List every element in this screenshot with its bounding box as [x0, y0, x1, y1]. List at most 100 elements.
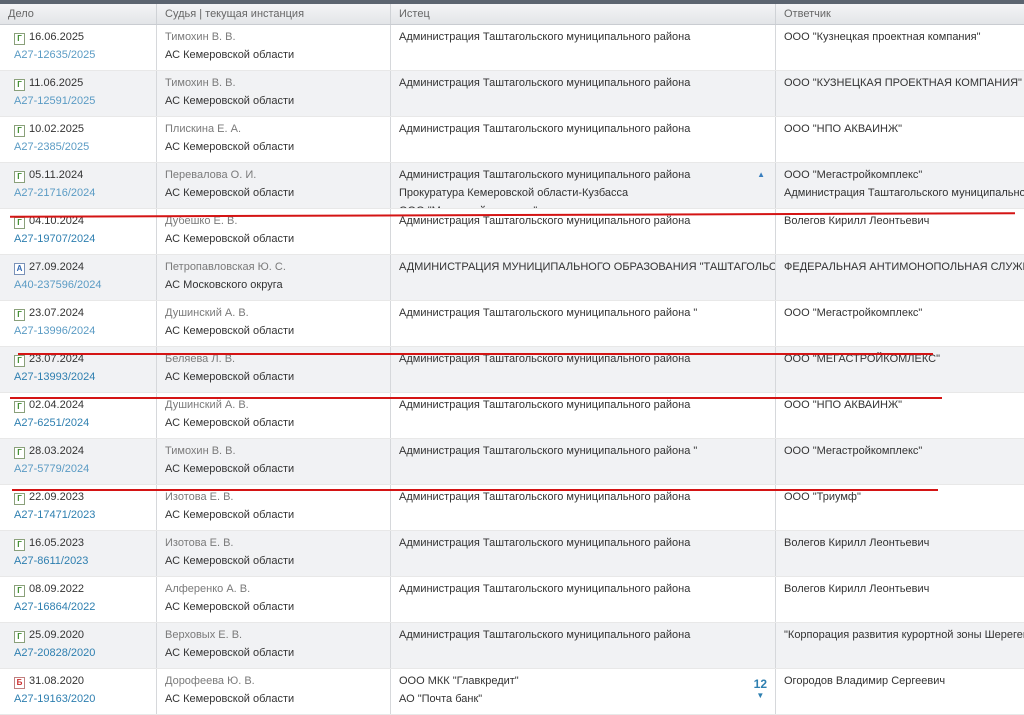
- case-number-link[interactable]: А27-16864/2022: [14, 601, 95, 613]
- table-row[interactable]: Г 02.04.2024 А27-6251/2024 Душинский А. В. А…: [0, 393, 1024, 439]
- plaintiff-name: Администрация Таштагольского муниципальн…: [399, 31, 691, 43]
- defendant-name: ФЕДЕРАЛЬНАЯ АНТИМОНОПОЛЬНАЯ СЛУЖБА: [784, 261, 1024, 273]
- table-row[interactable]: Г 22.09.2023 А27-17471/2023 Изотова Е. В. АС…: [0, 485, 1024, 531]
- defendant-cell: Волегов Кирилл Леонтьевич: [776, 209, 1024, 254]
- judge-name: Петропавловская Ю. С.: [165, 261, 286, 273]
- plaintiff-name: Администрация Таштагольского муниципальн…: [399, 169, 691, 181]
- header-judge[interactable]: Судья | текущая инстанция: [157, 4, 391, 24]
- judge-cell: Перевалова О. И. АС Кемеровской области: [157, 163, 391, 208]
- case-number-link[interactable]: А27-6251/2024: [14, 417, 89, 429]
- case-number-link[interactable]: А27-19707/2024: [14, 233, 95, 245]
- case-date: 27.09.2024: [29, 261, 85, 273]
- table-row[interactable]: Г 16.05.2023 А27-8611/2023 Изотова Е. В. АС …: [0, 531, 1024, 577]
- document-type-icon: Г: [14, 539, 25, 551]
- case-cell: Б 31.08.2020 А27-19163/2020: [0, 669, 157, 714]
- table-row[interactable]: Б 31.08.2020 А27-19163/2020 Дорофеева Ю. В.…: [0, 669, 1024, 715]
- judge-cell: Тимохин В. В. АС Кемеровской области: [157, 71, 391, 116]
- defendant-name: ООО "Мегастройкомплекс": [784, 169, 923, 181]
- case-cell: Г 11.06.2025 А27-12591/2025: [0, 71, 157, 116]
- case-number-link[interactable]: А27-2385/2025: [14, 141, 89, 153]
- plaintiff-cell: Администрация Таштагольского муниципальн…: [391, 531, 776, 576]
- defendant-cell: Волегов Кирилл Леонтьевич: [776, 531, 1024, 576]
- court-name: АС Кемеровской области: [165, 141, 295, 153]
- case-cell: Г 28.03.2024 А27-5779/2024: [0, 439, 157, 484]
- chevron-down-icon[interactable]: ▼: [754, 690, 767, 701]
- defendant-cell: ООО "Мегастройкомплекс": [776, 301, 1024, 346]
- table-row[interactable]: Г 10.02.2025 А27-2385/2025 Плискина Е. А. АС…: [0, 117, 1024, 163]
- plaintiff-name: Администрация Таштагольского муниципальн…: [399, 399, 691, 411]
- table-row[interactable]: Г 23.07.2024 А27-13996/2024 Душинский А. В.…: [0, 301, 1024, 347]
- plaintiff-name: Администрация Таштагольского муниципальн…: [399, 215, 691, 227]
- defendant-cell: ООО "Мегастройкомплекс" Администрация Таш…: [776, 163, 1024, 208]
- table-row[interactable]: Г 25.09.2020 А27-20828/2020 Верховых Е. В. А…: [0, 623, 1024, 669]
- plaintiff-name: АО "Почта банк": [399, 693, 483, 705]
- case-number-link[interactable]: А27-12635/2025: [14, 49, 95, 61]
- plaintiff-cell: Администрация Таштагольского муниципальн…: [391, 301, 776, 346]
- table-row[interactable]: А 27.09.2024 А40-237596/2024 Петропавловска…: [0, 255, 1024, 301]
- judge-cell: Верховых Е. В. АС Кемеровской области: [157, 623, 391, 668]
- case-number-link[interactable]: А27-8611/2023: [14, 555, 88, 567]
- plaintiff-name: ООО "Мегастройкомплекс": [399, 205, 775, 208]
- table-row[interactable]: Г 16.06.2025 А27-12635/2025 Тимохин В. В. АС…: [0, 25, 1024, 71]
- table-row[interactable]: Г 28.03.2024 А27-5779/2024 Тимохин В. В. АС …: [0, 439, 1024, 485]
- case-number-link[interactable]: А27-13993/2024: [14, 371, 95, 383]
- header-case[interactable]: Дело: [0, 4, 157, 24]
- case-number-link[interactable]: А27-21716/2024: [14, 187, 95, 199]
- case-number-link[interactable]: А27-19163/2020: [14, 693, 95, 705]
- defendant-cell: ООО "НПО АКВАИНЖ": [776, 117, 1024, 162]
- case-date: 22.09.2023: [29, 491, 85, 503]
- case-cell: Г 16.06.2025 А27-12635/2025: [0, 25, 157, 70]
- plaintiff-cell: Администрация Таштагольского муниципальн…: [391, 439, 776, 484]
- court-name: АС Кемеровской области: [165, 233, 295, 245]
- plaintiff-cell: Администрация Таштагольского муниципальн…: [391, 25, 776, 70]
- header-plaintiff[interactable]: Истец: [391, 4, 776, 24]
- collapse-icon[interactable]: ▲: [757, 170, 765, 179]
- participants-counter[interactable]: 12 ▼: [754, 678, 767, 701]
- case-cell: Г 22.09.2023 А27-17471/2023: [0, 485, 157, 530]
- court-name: АС Кемеровской области: [165, 601, 295, 613]
- plaintiff-name: Администрация Таштагольского муниципальн…: [399, 629, 691, 641]
- court-name: АС Кемеровской области: [165, 509, 295, 521]
- plaintiff-cell: Администрация Таштагольского муниципальн…: [391, 163, 776, 208]
- defendant-name: "Корпорация развития курортной зоны Шере…: [784, 629, 1024, 641]
- table-row[interactable]: Г 05.11.2024 А27-21716/2024 Перевалова О. И…: [0, 163, 1024, 209]
- case-date: 16.05.2023: [29, 537, 85, 549]
- judge-name: Алференко А. В.: [165, 583, 251, 595]
- defendant-name: ООО "Мегастройкомплекс": [784, 307, 923, 319]
- red-underline-mark: [10, 397, 942, 399]
- judge-name: Плискина Е. А.: [165, 123, 242, 135]
- court-name: АС Кемеровской области: [165, 325, 295, 337]
- plaintiff-cell: Администрация Таштагольского муниципальн…: [391, 485, 776, 530]
- table-row[interactable]: Г 11.06.2025 А27-12591/2025 Тимохин В. В. АС…: [0, 71, 1024, 117]
- judge-name: Беляева Л. В.: [165, 353, 236, 365]
- document-type-icon: Г: [14, 447, 25, 459]
- case-cell: Г 10.02.2025 А27-2385/2025: [0, 117, 157, 162]
- document-type-icon: Г: [14, 493, 25, 505]
- cases-table: Дело Судья | текущая инстанция Истец Отв…: [0, 4, 1024, 715]
- document-type-icon: Г: [14, 585, 25, 597]
- plaintiff-cell: Администрация Таштагольского муниципальн…: [391, 393, 776, 438]
- judge-name: Тимохин В. В.: [165, 445, 236, 457]
- case-number-link[interactable]: А27-12591/2025: [14, 95, 95, 107]
- judge-name: Изотова Е. В.: [165, 491, 234, 503]
- case-number-link[interactable]: А40-237596/2024: [14, 279, 101, 291]
- table-row[interactable]: Г 08.09.2022 А27-16864/2022 Алференко А. В.…: [0, 577, 1024, 623]
- judge-name: Изотова Е. В.: [165, 537, 234, 549]
- defendant-name: Огородов Владимир Сергеевич: [784, 675, 946, 687]
- case-date: 10.02.2025: [29, 123, 85, 135]
- document-type-icon: Г: [14, 79, 25, 91]
- case-cell: Г 23.07.2024 А27-13996/2024: [0, 301, 157, 346]
- header-defendant[interactable]: Ответчик: [776, 4, 1024, 24]
- case-cell: Г 08.09.2022 А27-16864/2022: [0, 577, 157, 622]
- defendant-name: Волегов Кирилл Леонтьевич: [784, 215, 930, 227]
- defendant-name: Администрация Таштагольского муниципальн…: [784, 187, 1024, 199]
- judge-cell: Душинский А. В. АС Кемеровской области: [157, 301, 391, 346]
- court-name: АС Кемеровской области: [165, 555, 295, 567]
- judge-cell: Изотова Е. В. АС Кемеровской области: [157, 531, 391, 576]
- case-number-link[interactable]: А27-13996/2024: [14, 325, 95, 337]
- case-number-link[interactable]: А27-5779/2024: [14, 463, 89, 475]
- court-name: АС Кемеровской области: [165, 187, 295, 199]
- case-date: 25.09.2020: [29, 629, 85, 641]
- case-number-link[interactable]: А27-17471/2023: [14, 509, 95, 521]
- case-number-link[interactable]: А27-20828/2020: [14, 647, 95, 659]
